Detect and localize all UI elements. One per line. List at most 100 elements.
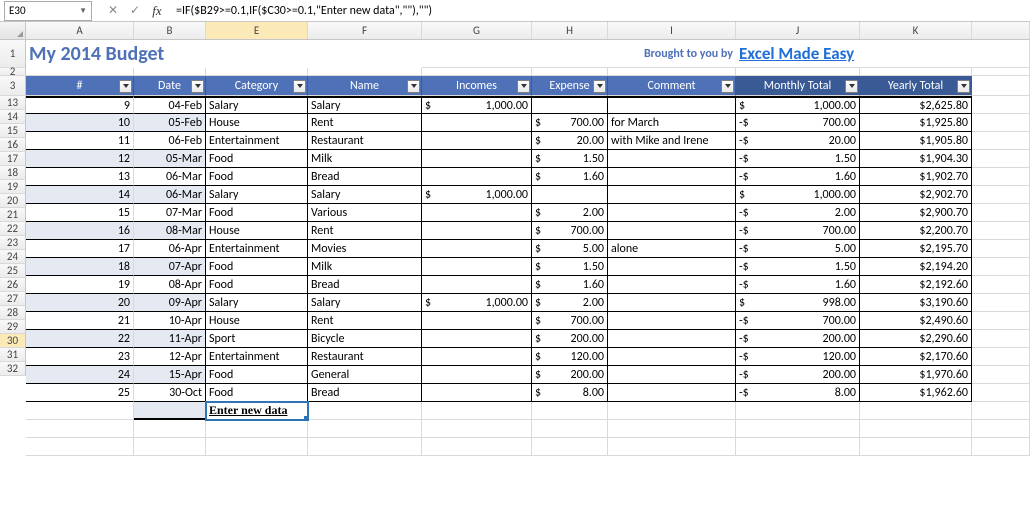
name-cell[interactable]: Rent (308, 114, 422, 132)
date-cell[interactable]: 11-Apr (134, 330, 206, 348)
name-cell[interactable]: Bread (308, 276, 422, 294)
comment-cell[interactable]: with Mike and Irene (608, 132, 736, 150)
category-cell[interactable]: House (206, 114, 308, 132)
yearly-total-cell[interactable]: $1,925.80 (860, 114, 972, 132)
income-cell[interactable] (422, 114, 532, 132)
row-header-28[interactable]: 28 (0, 306, 26, 320)
monthly-total-cell[interactable]: $1,000.00 (736, 96, 860, 114)
row-header-16[interactable]: 16 (0, 138, 26, 152)
table-header[interactable]: Category (206, 76, 308, 96)
monthly-total-cell[interactable]: -$1.60 (736, 168, 860, 186)
date-cell[interactable] (134, 402, 206, 420)
date-cell[interactable]: 09-Apr (134, 294, 206, 312)
name-cell[interactable]: Milk (308, 150, 422, 168)
category-cell[interactable]: Food (206, 276, 308, 294)
date-cell[interactable]: 06-Apr (134, 240, 206, 258)
income-cell[interactable] (422, 150, 532, 168)
expense-cell[interactable]: $200.00 (532, 366, 608, 384)
monthly-total-cell[interactable]: -$1.50 (736, 258, 860, 276)
income-cell[interactable] (422, 384, 532, 402)
income-cell[interactable] (422, 240, 532, 258)
date-cell[interactable]: 08-Mar (134, 222, 206, 240)
table-header[interactable]: Name (308, 76, 422, 96)
yearly-total-cell[interactable]: $1,970.60 (860, 366, 972, 384)
cell[interactable] (134, 438, 206, 456)
num-cell[interactable]: 11 (26, 132, 134, 150)
name-box[interactable]: E30 ▼ (4, 1, 92, 21)
name-cell[interactable]: Bread (308, 384, 422, 402)
num-cell[interactable]: 9 (26, 96, 134, 114)
category-cell[interactable]: House (206, 222, 308, 240)
category-cell[interactable]: Food (206, 366, 308, 384)
worksheet-cells[interactable]: My 2014 BudgetBrought to you byExcel Mad… (26, 40, 1030, 456)
category-cell[interactable]: Salary (206, 186, 308, 204)
comment-cell[interactable] (608, 204, 736, 222)
comment-cell[interactable] (608, 96, 736, 114)
cell[interactable] (532, 438, 608, 456)
row-header-2[interactable]: 2 (0, 68, 26, 76)
cell[interactable] (860, 420, 972, 438)
yearly-total-cell[interactable]: $2,625.80 (860, 96, 972, 114)
cell[interactable] (134, 420, 206, 438)
category-cell[interactable]: House (206, 312, 308, 330)
num-cell[interactable]: 18 (26, 258, 134, 276)
name-cell[interactable]: Milk (308, 258, 422, 276)
monthly-total-cell[interactable]: -$200.00 (736, 366, 860, 384)
yearly-total-cell[interactable]: $2,902.70 (860, 186, 972, 204)
category-cell[interactable]: Food (206, 384, 308, 402)
num-cell[interactable]: 19 (26, 276, 134, 294)
cell[interactable] (26, 402, 134, 420)
income-cell[interactable] (422, 276, 532, 294)
expense-cell[interactable]: $5.00 (532, 240, 608, 258)
cell[interactable] (26, 438, 134, 456)
yearly-total-cell[interactable]: $2,195.70 (860, 240, 972, 258)
row-header-17[interactable]: 17 (0, 152, 26, 166)
name-cell[interactable]: Movies (308, 240, 422, 258)
row-header-21[interactable]: 21 (0, 208, 26, 222)
expense-cell[interactable]: $700.00 (532, 312, 608, 330)
expense-cell[interactable]: $1.50 (532, 150, 608, 168)
income-cell[interactable] (422, 258, 532, 276)
table-header[interactable]: Monthly Total (736, 76, 860, 96)
monthly-total-cell[interactable]: -$1.50 (736, 150, 860, 168)
category-cell[interactable]: Entertainment (206, 348, 308, 366)
name-cell[interactable]: Salary (308, 294, 422, 312)
comment-cell[interactable] (608, 150, 736, 168)
cell[interactable] (308, 420, 422, 438)
yearly-total-cell[interactable]: $1,962.60 (860, 384, 972, 402)
filter-icon[interactable] (517, 80, 530, 93)
date-cell[interactable]: 06-Mar (134, 168, 206, 186)
income-cell[interactable] (422, 222, 532, 240)
cell[interactable] (422, 402, 532, 420)
table-header[interactable]: Yearly Total (860, 76, 972, 96)
monthly-total-cell[interactable]: -$20.00 (736, 132, 860, 150)
num-cell[interactable]: 16 (26, 222, 134, 240)
comment-cell[interactable]: alone (608, 240, 736, 258)
row-header-15[interactable]: 15 (0, 124, 26, 138)
num-cell[interactable]: 13 (26, 168, 134, 186)
comment-cell[interactable]: for March (608, 114, 736, 132)
comment-cell[interactable] (608, 186, 736, 204)
date-cell[interactable]: 06-Feb (134, 132, 206, 150)
col-header-H[interactable]: H (532, 22, 608, 39)
date-cell[interactable]: 06-Mar (134, 186, 206, 204)
comment-cell[interactable] (608, 348, 736, 366)
date-cell[interactable]: 04-Feb (134, 96, 206, 114)
yearly-total-cell[interactable]: $2,200.70 (860, 222, 972, 240)
num-cell[interactable]: 24 (26, 366, 134, 384)
row-header-13[interactable]: 13 (0, 96, 26, 110)
comment-cell[interactable] (608, 366, 736, 384)
table-header[interactable]: # (26, 76, 134, 96)
cell[interactable] (532, 402, 608, 420)
monthly-total-cell[interactable]: -$5.00 (736, 240, 860, 258)
yearly-total-cell[interactable]: $2,490.60 (860, 312, 972, 330)
cell[interactable] (308, 438, 422, 456)
yearly-total-cell[interactable]: $2,290.60 (860, 330, 972, 348)
cell[interactable] (860, 402, 972, 420)
row-header-24[interactable]: 24 (0, 250, 26, 264)
col-header-K[interactable]: K (860, 22, 972, 39)
cell[interactable] (736, 420, 860, 438)
expense-cell[interactable]: $700.00 (532, 222, 608, 240)
date-cell[interactable]: 07-Mar (134, 204, 206, 222)
filter-icon[interactable] (293, 80, 306, 93)
